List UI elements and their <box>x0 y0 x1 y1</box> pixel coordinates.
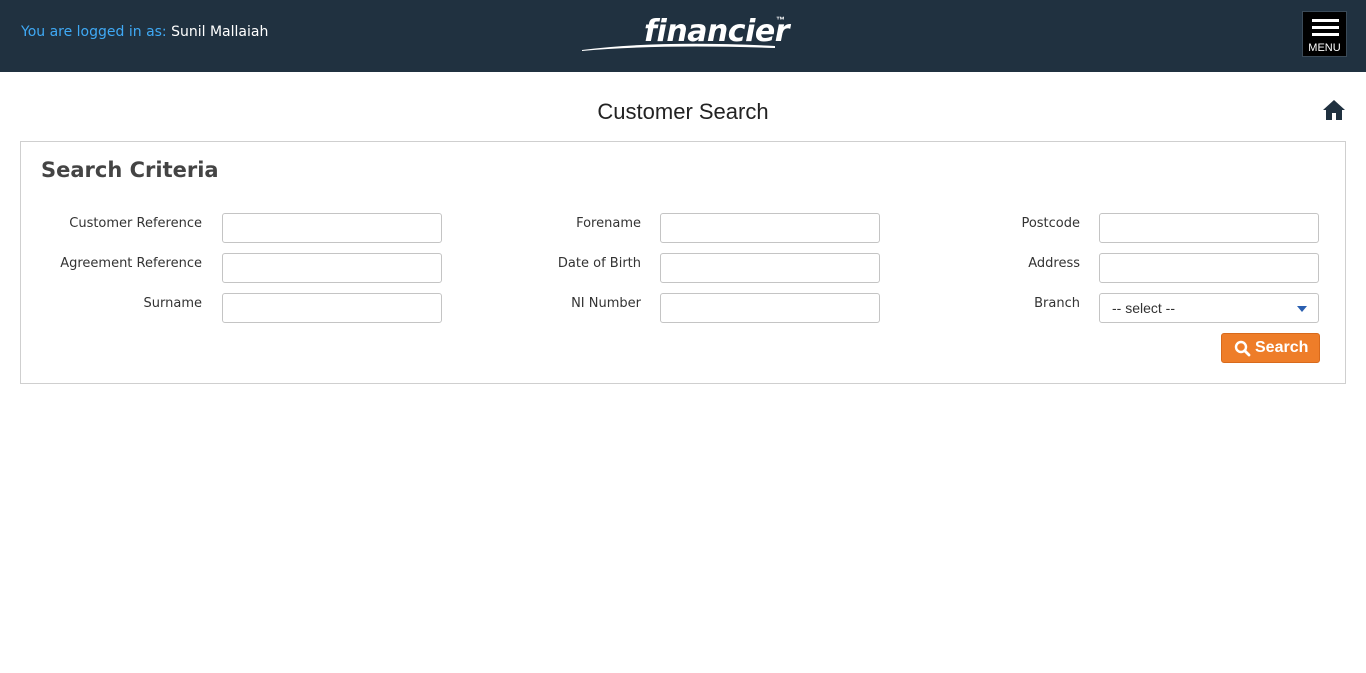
menu-button[interactable]: MENU <box>1302 11 1347 57</box>
ni-number-label: NI Number <box>571 296 641 311</box>
address-input[interactable] <box>1099 253 1319 283</box>
top-bar: You are logged in as: Sunil Mallaiah fin… <box>0 0 1366 72</box>
hamburger-icon-bar-top <box>1312 19 1339 22</box>
hamburger-icon-bar-bottom <box>1312 33 1339 36</box>
surname-label: Surname <box>143 296 202 311</box>
forename-input[interactable] <box>660 213 880 243</box>
search-icon <box>1234 340 1251 357</box>
agreement-reference-label: Agreement Reference <box>60 256 202 271</box>
ni-number-input[interactable] <box>660 293 880 323</box>
postcode-input[interactable] <box>1099 213 1319 243</box>
branch-label: Branch <box>1034 296 1080 311</box>
search-button-label: Search <box>1255 339 1309 356</box>
search-criteria-panel: Search Criteria Customer Reference Agree… <box>20 141 1346 384</box>
customer-reference-input[interactable] <box>222 213 442 243</box>
login-info: You are logged in as: Sunil Mallaiah <box>21 24 268 40</box>
branch-select[interactable]: -- select -- <box>1099 293 1319 323</box>
surname-input[interactable] <box>222 293 442 323</box>
address-label: Address <box>1028 256 1080 271</box>
postcode-label: Postcode <box>1021 216 1080 231</box>
hamburger-icon-bar-middle <box>1312 26 1339 29</box>
home-icon[interactable] <box>1322 99 1346 121</box>
login-prefix: You are logged in as: <box>21 24 172 40</box>
date-of-birth-input[interactable] <box>660 253 880 283</box>
agreement-reference-input[interactable] <box>222 253 442 283</box>
logo-text: financier <box>644 14 790 49</box>
panel-title: Search Criteria <box>41 158 219 182</box>
logo-trademark: ™ <box>776 15 785 25</box>
menu-label: MENU <box>1308 42 1341 54</box>
forename-label: Forename <box>576 216 641 231</box>
date-of-birth-label: Date of Birth <box>557 256 641 271</box>
chevron-down-icon <box>1297 306 1307 312</box>
customer-reference-label: Customer Reference <box>69 216 202 231</box>
branch-select-value: -- select -- <box>1112 300 1175 316</box>
search-button[interactable]: Search <box>1221 333 1320 363</box>
login-user-name: Sunil Mallaiah <box>171 24 269 40</box>
financier-logo: financier ™ <box>580 12 790 56</box>
page-title: Customer Search <box>597 99 769 124</box>
